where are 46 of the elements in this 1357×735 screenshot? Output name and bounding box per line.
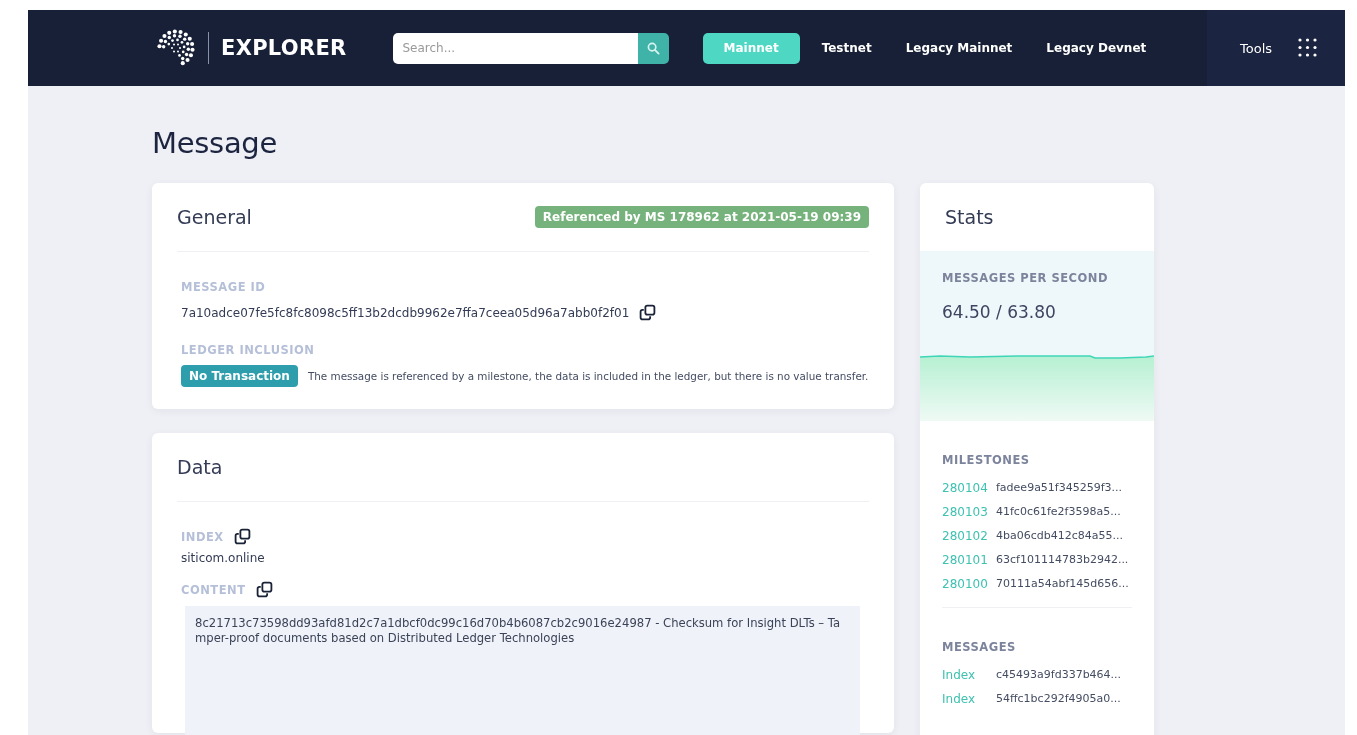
transaction-badge: No Transaction [181, 365, 298, 387]
message-type-link[interactable]: Index [942, 668, 996, 682]
section-label: MILESTONES [942, 453, 1031, 467]
section-label: MESSAGES [942, 640, 1017, 654]
section-label: MESSAGES PER SECOND [942, 271, 1108, 285]
milestone-link[interactable]: 280102 [942, 529, 996, 543]
copy-icon[interactable] [233, 528, 251, 545]
milestone-link[interactable]: 280101 [942, 553, 996, 567]
index-value: siticom.online [181, 551, 266, 565]
network-tab[interactable]: Testnet [809, 32, 884, 64]
tools-link[interactable]: Tools [1240, 40, 1273, 56]
field-label: CONTENT [181, 582, 246, 597]
page-title: Message [152, 126, 278, 160]
apps-grid-icon[interactable] [1298, 38, 1319, 58]
milestone-id: 70111a54abf145d656... [996, 577, 1129, 591]
milestone-link[interactable]: 280103 [942, 505, 996, 519]
milestone-id: 4ba06cdb412c84a55... [996, 529, 1123, 543]
logo-icon [156, 28, 196, 68]
search-icon [646, 41, 660, 55]
milestone-link[interactable]: 280104 [942, 481, 996, 495]
content-text: 8c21713c73598dd93afd81d2c7a1dbcf0dc99c16d70b4b6087cb2c9016e24987 - Checksum for Insight DLTs – Tamper-proof documents based on Distributed Ledger Technologies [185, 606, 860, 735]
ledger-description: The message is referenced by a milestone, the data is included in the ledger, but there is no value transfer. [307, 370, 869, 382]
field-label: INDEX [181, 529, 224, 544]
network-tab[interactable]: Mainnet [702, 32, 800, 64]
brand-title: EXPLORER [221, 36, 347, 60]
status-badge: Referenced by MS 178962 at 2021-05-19 09:39 [534, 206, 869, 228]
copy-icon[interactable] [255, 581, 273, 598]
card-title: Data [177, 456, 223, 478]
search-button[interactable] [637, 32, 669, 64]
messages-per-second: 64.50 / 63.80 [942, 302, 1056, 322]
field-label: LEDGER INCLUSION [181, 343, 316, 357]
message-id-link[interactable]: c45493a9fd337b464... [996, 668, 1122, 682]
message-type-link[interactable]: Index [942, 692, 996, 706]
copy-icon[interactable] [639, 304, 657, 321]
card-title: General [177, 206, 252, 228]
network-tab[interactable]: Legacy Devnet [1034, 32, 1159, 64]
milestone-link[interactable]: 280100 [942, 577, 996, 591]
milestone-id: 63cf101114783b2942... [996, 553, 1129, 567]
message-id-link[interactable]: 54ffc1bc292f4905a0... [996, 692, 1121, 706]
card-title: Stats [944, 205, 995, 230]
network-tab[interactable]: Legacy Mainnet [893, 32, 1025, 64]
message-id: 7a10adce07fe5fc8fc8098c5ff13b2dcdb9962e7ffa7ceea05d96a7abb0f2f01 [181, 305, 630, 320]
search-field[interactable]: Search... [392, 32, 638, 64]
field-label: MESSAGE ID [181, 280, 267, 294]
milestone-id: fadee9a51f345259f3... [996, 481, 1123, 495]
milestone-id: 41fc0c61fe2f3598a5... [996, 505, 1121, 519]
